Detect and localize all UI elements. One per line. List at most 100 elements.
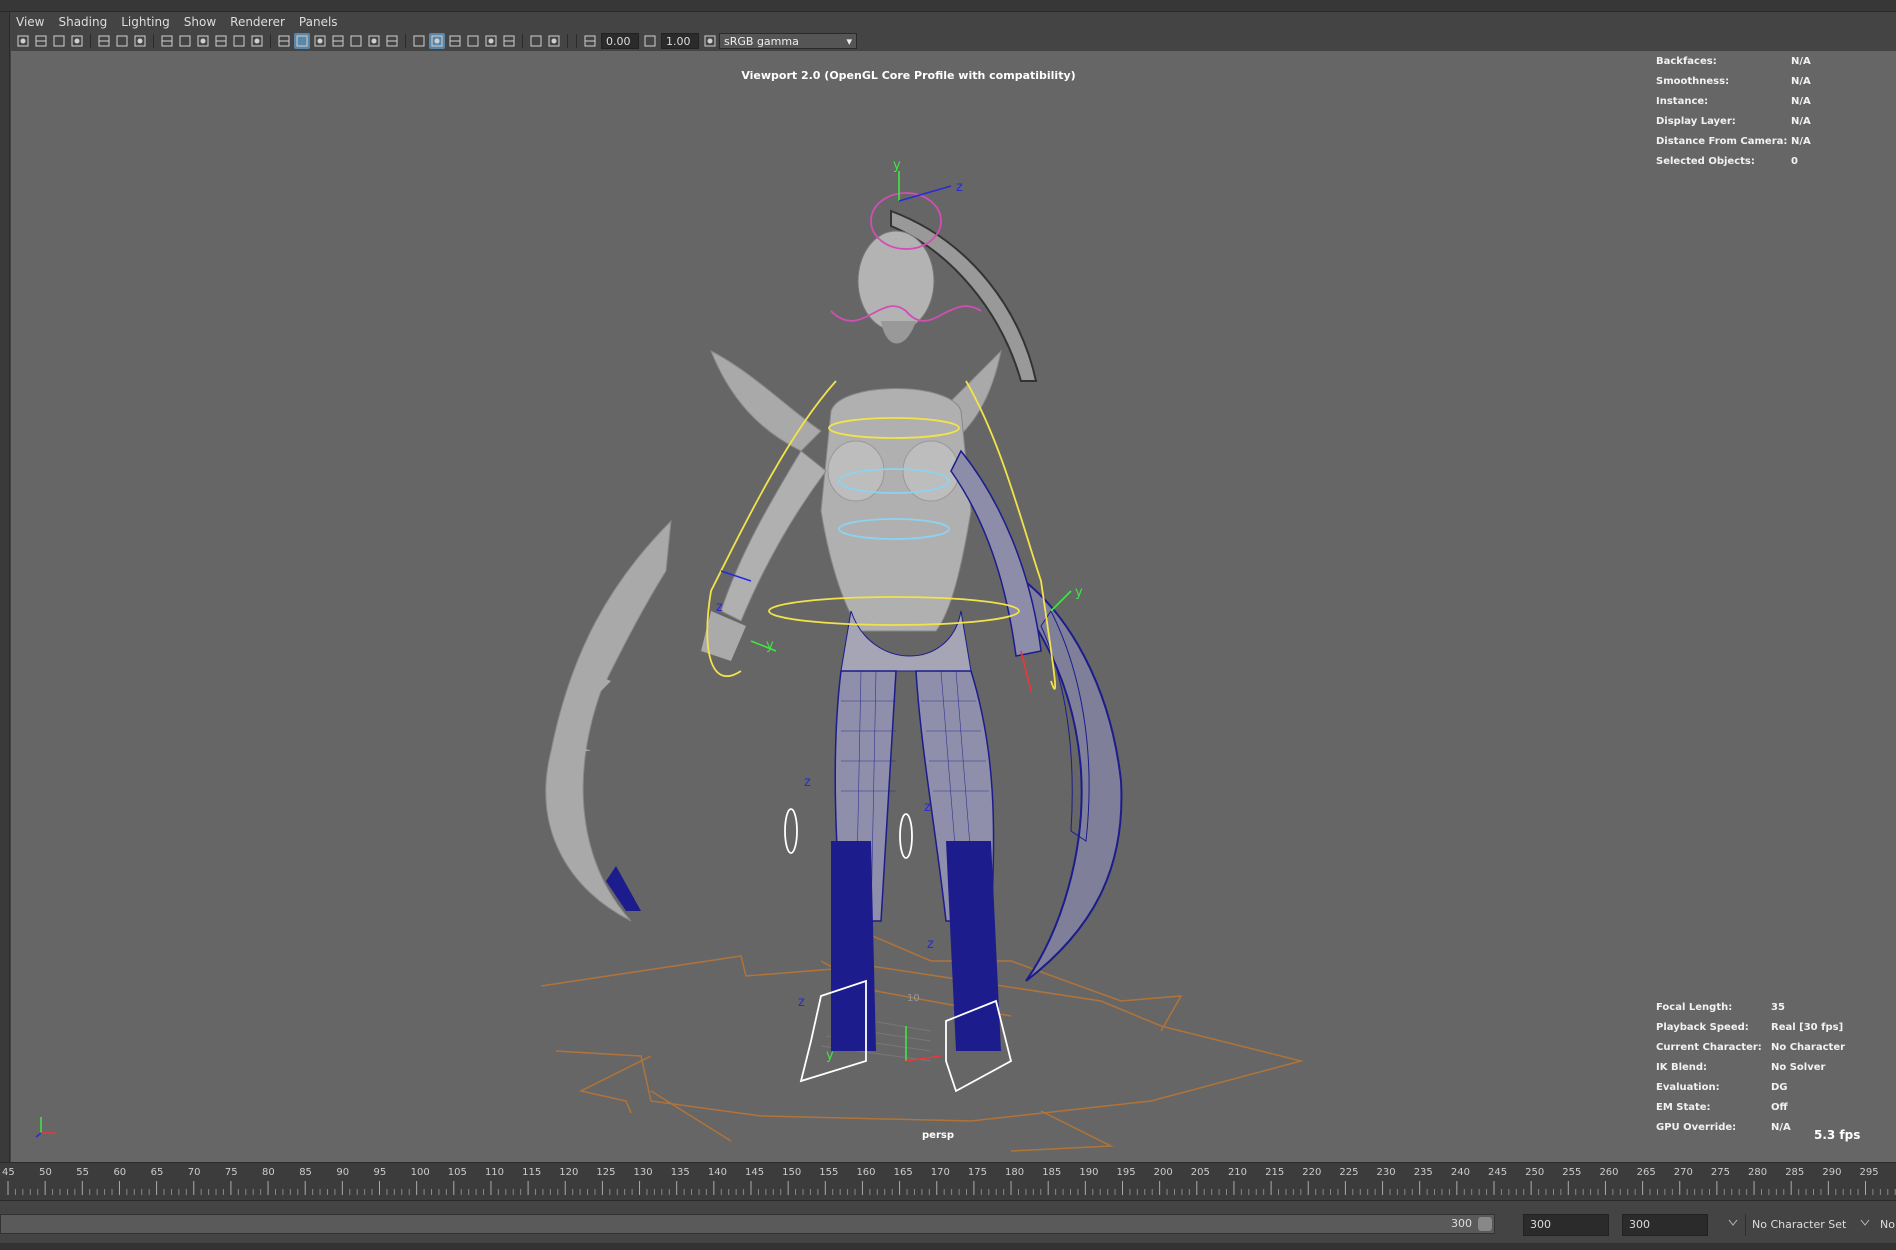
use-all-lights-icon[interactable]	[366, 33, 382, 49]
range-end-label: 300	[1451, 1217, 1472, 1230]
view-transform-label: sRGB gamma	[724, 34, 799, 48]
tick-label: 170	[931, 1167, 950, 1178]
tick-label: 230	[1377, 1167, 1396, 1178]
range-slider[interactable]: 300	[0, 1214, 1495, 1234]
viewport[interactable]: 10 y z y z y z z z z y Viewport 2.0 (Ope…	[11, 51, 1896, 1162]
grid-icon[interactable]	[132, 33, 148, 49]
exposure-field[interactable]: 0.00	[601, 33, 639, 49]
chevron-down-icon[interactable]	[1728, 1219, 1738, 1227]
gamma-icon[interactable]	[642, 33, 658, 49]
animation-end-field[interactable]: 300	[1523, 1214, 1609, 1236]
hud-key: Playback Speed:	[1656, 1021, 1749, 1033]
default-material-icon[interactable]	[312, 33, 328, 49]
ground-label: 10	[907, 993, 920, 1004]
safe-action-icon[interactable]	[231, 33, 247, 49]
tick-label: 245	[1488, 1167, 1507, 1178]
hud-value: DG	[1771, 1081, 1788, 1093]
tick-label: 235	[1414, 1167, 1433, 1178]
tick-label: 165	[894, 1167, 913, 1178]
tick-label: 205	[1191, 1167, 1210, 1178]
tick-label: 275	[1711, 1167, 1730, 1178]
2d-pan-zoom-icon[interactable]	[96, 33, 112, 49]
xray-icon[interactable]	[501, 33, 517, 49]
fps-readout: 5.3 fps	[1814, 1128, 1861, 1142]
ground-move-control[interactable]	[540, 930, 1304, 1152]
color-management-icon[interactable]	[702, 33, 718, 49]
wireframe-on-shaded-icon[interactable]	[330, 33, 346, 49]
menu-shading[interactable]: Shading	[58, 15, 107, 29]
tick-label: 95	[374, 1167, 387, 1178]
svg-text:z: z	[716, 600, 723, 615]
wireframe-icon[interactable]	[276, 33, 292, 49]
tick-label: 105	[448, 1167, 467, 1178]
tick-label: 190	[1079, 1167, 1098, 1178]
isolate-select-icon[interactable]	[483, 33, 499, 49]
menu-lighting[interactable]: Lighting	[121, 15, 170, 29]
smooth-shade-icon[interactable]	[294, 33, 310, 49]
backface-culling-icon[interactable]	[546, 33, 562, 49]
field-chart-icon[interactable]	[213, 33, 229, 49]
anim-layer-dropdown-label[interactable]: No	[1880, 1218, 1895, 1231]
playback-end-field[interactable]: 300	[1622, 1214, 1708, 1236]
menu-view[interactable]: View	[16, 15, 44, 29]
camera-attributes-icon[interactable]	[33, 33, 49, 49]
left-scythe-blade[interactable]	[545, 519, 672, 922]
menu-renderer[interactable]: Renderer	[230, 15, 285, 29]
camera-select-icon[interactable]	[15, 33, 31, 49]
tick-label: 185	[1042, 1167, 1061, 1178]
menu-panels[interactable]: Panels	[299, 15, 338, 29]
hud-value: N/A	[1791, 95, 1811, 107]
depth-of-field-icon[interactable]	[465, 33, 481, 49]
hud-row: Display Layer: N/A	[1656, 111, 1871, 131]
hud-row: Playback Speed: Real [30 fps]	[1656, 1017, 1851, 1037]
film-gate-icon[interactable]	[159, 33, 175, 49]
range-slider-bar: 300 300 300 No Character Set No	[0, 1200, 1896, 1250]
gamma-field[interactable]: 1.00	[661, 33, 699, 49]
hud-value: N/A	[1791, 135, 1811, 147]
resolution-gate-icon[interactable]	[177, 33, 193, 49]
svg-text:y: y	[1075, 585, 1083, 600]
svg-text:y: y	[766, 638, 774, 653]
character-set-dropdown[interactable]: No Character Set	[1745, 1214, 1860, 1236]
range-handle[interactable]	[1478, 1217, 1492, 1231]
exposure-icon[interactable]	[582, 33, 598, 49]
tick-label: 215	[1265, 1167, 1284, 1178]
xray-joints-icon[interactable]	[528, 33, 544, 49]
camera-name-label: persp	[922, 1130, 954, 1141]
tick-label: 55	[76, 1167, 89, 1178]
svg-text:z: z	[804, 775, 811, 790]
multisample-aa-icon[interactable]	[447, 33, 463, 49]
motion-blur-icon[interactable]	[429, 33, 445, 49]
tick-label: 155	[819, 1167, 838, 1178]
tick-label: 160	[856, 1167, 875, 1178]
time-slider-ticks[interactable]: 45 50 55 60 65 70 75 80 85 90 95 100 105 110 115 120 125…	[0, 1163, 1896, 1201]
hud-top-block: Backfaces: N/A Smoothness: N/A Instance: N/A D…	[1656, 51, 1871, 171]
tick-label: 210	[1228, 1167, 1247, 1178]
grease-pencil-icon[interactable]	[114, 33, 130, 49]
tick-label: 280	[1748, 1167, 1767, 1178]
tick-label: 285	[1785, 1167, 1804, 1178]
tick-label: 145	[745, 1167, 764, 1178]
menu-show[interactable]: Show	[184, 15, 216, 29]
screen-space-ao-icon[interactable]	[411, 33, 427, 49]
shadows-icon[interactable]	[384, 33, 400, 49]
time-slider[interactable]: 45 50 55 60 65 70 75 80 85 90 95 100 105 110 115 120 125…	[0, 1162, 1896, 1200]
tick-label: 290	[1822, 1167, 1841, 1178]
scene-canvas[interactable]: 10 y z y z y z z z z y	[11, 51, 1896, 1162]
hud-key: GPU Override:	[1656, 1121, 1737, 1133]
camera-bookmark-icon[interactable]	[51, 33, 67, 49]
image-plane-icon[interactable]	[69, 33, 85, 49]
window-top-strip	[0, 0, 1896, 12]
toolbar-separator	[522, 34, 523, 48]
safe-title-icon[interactable]	[249, 33, 265, 49]
hud-key: Distance From Camera:	[1656, 135, 1788, 147]
svg-text:y: y	[893, 158, 901, 173]
view-transform-dropdown[interactable]: sRGB gamma ▾	[719, 33, 857, 49]
tick-label: 80	[262, 1167, 275, 1178]
hud-value: Real [30 fps]	[1771, 1021, 1844, 1033]
tick-label: 90	[336, 1167, 349, 1178]
hud-row: Backfaces: N/A	[1656, 51, 1871, 71]
gate-mask-icon[interactable]	[195, 33, 211, 49]
chevron-down-icon[interactable]	[1860, 1219, 1870, 1227]
textured-icon[interactable]	[348, 33, 364, 49]
